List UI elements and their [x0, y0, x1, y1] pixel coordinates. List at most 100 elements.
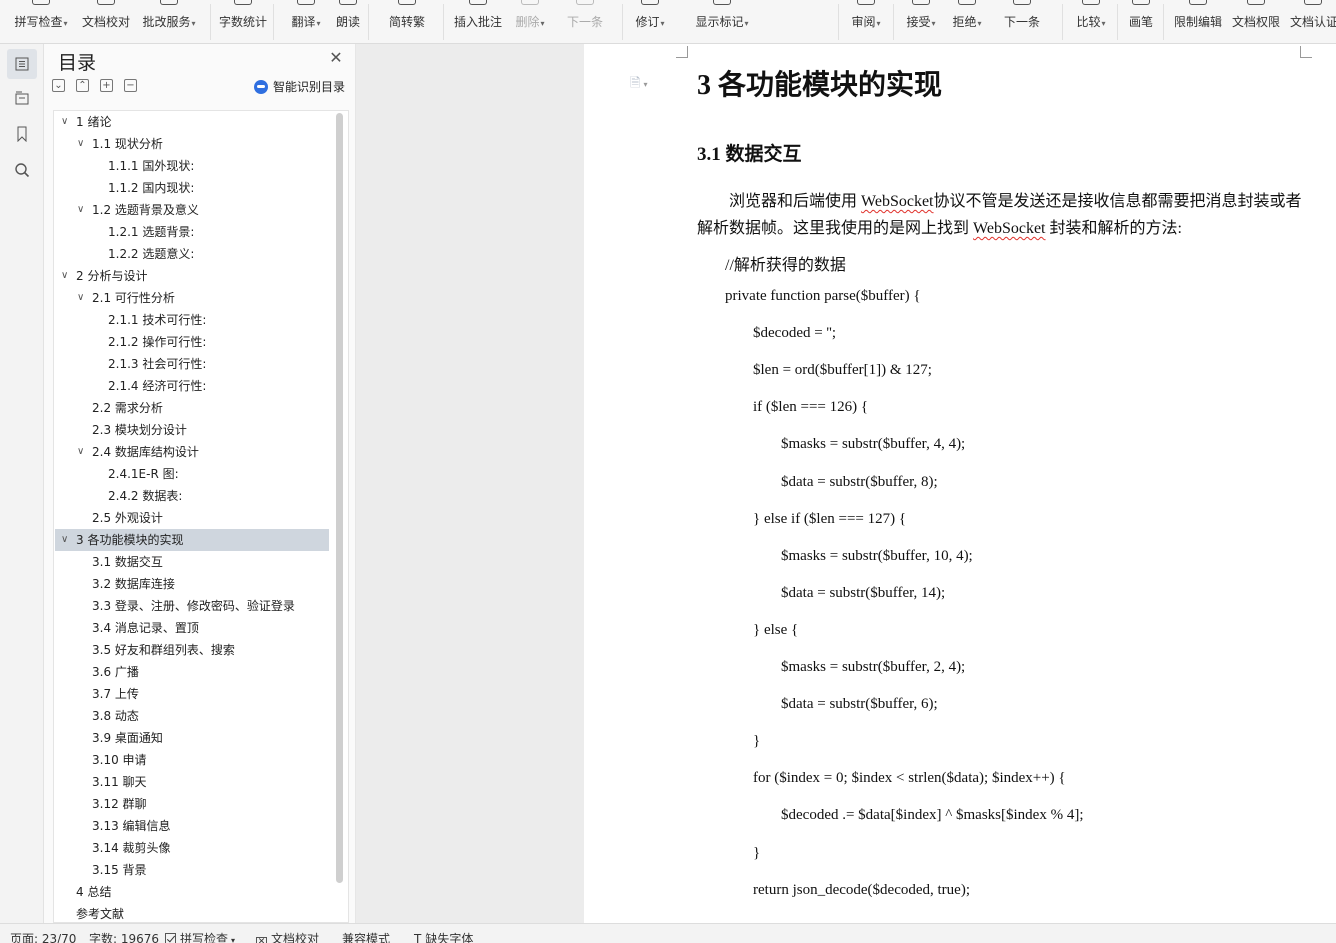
chapter-nav-icon[interactable]	[7, 83, 37, 113]
toc-item[interactable]: ∨ 2 分析与设计	[55, 265, 329, 287]
spellcheck-toggle[interactable]: 拼写检查 ▾	[165, 930, 235, 943]
toc-item-label: 1.2.1 选题背景:	[108, 225, 195, 239]
toc-item[interactable]: 3.7 上传	[55, 683, 329, 705]
toc-item[interactable]: 1.2.1 选题背景:	[55, 221, 329, 243]
chevron-down-icon: ▾	[744, 19, 749, 28]
close-icon[interactable]: ✕	[328, 50, 344, 66]
toc-item[interactable]: ∨ 2.1 可行性分析	[55, 287, 329, 309]
expand-up-icon[interactable]: ⌃	[76, 79, 89, 92]
ribbon-button-read-aloud[interactable]: 朗读	[334, 0, 362, 43]
chevron-down-icon[interactable]: ∨	[61, 529, 68, 551]
ribbon-button-simplified-traditional[interactable]: 简转繁	[378, 0, 436, 43]
ribbon-button-compare[interactable]: 比较▾	[1072, 0, 1110, 43]
toc-item[interactable]: 3.11 聊天	[55, 771, 329, 793]
toc-scrollbar-thumb[interactable]	[336, 113, 343, 883]
toc-item-label: 1 绪论	[76, 115, 112, 129]
toc-item[interactable]: ∨ 3 各功能模块的实现	[55, 529, 329, 551]
chevron-down-icon: ▾	[931, 19, 936, 28]
toc-item[interactable]: ∨ 1.1 现状分析	[55, 133, 329, 155]
toc-item[interactable]: 2.1.1 技术可行性:	[55, 309, 329, 331]
ribbon-button-review-pane[interactable]: 审阅▾	[848, 0, 884, 43]
toc-item[interactable]: 2.4.2 数据表:	[55, 485, 329, 507]
ribbon-button-track-changes[interactable]: 修订▾	[632, 0, 668, 43]
chevron-down-icon[interactable]: ∨	[77, 287, 84, 309]
ribbon-button-show-markup[interactable]: 显示标记▾	[680, 0, 764, 43]
paragraph-menu-icon[interactable]: 🗎 ▾	[630, 74, 647, 96]
ribbon-label: 朗读	[334, 13, 362, 30]
chevron-down-icon[interactable]: ∨	[61, 111, 68, 133]
toc-item[interactable]: 3.6 广播	[55, 661, 329, 683]
ribbon-button-next-change[interactable]: 下一条	[994, 0, 1050, 43]
ribbon-button-word-count[interactable]: 字数统计	[219, 0, 267, 43]
ribbon-button-restrict-editing[interactable]: 限制编辑	[1173, 0, 1223, 43]
ribbon-button-translate[interactable]: 翻译▾	[288, 0, 324, 43]
chevron-down-icon[interactable]: ∨	[77, 133, 84, 155]
next-change-icon	[1013, 0, 1031, 5]
add-heading-icon[interactable]: +	[100, 79, 113, 92]
toc-item[interactable]: 3.10 申请	[55, 749, 329, 771]
ribbon-button-delete-comment[interactable]: 删除▾	[511, 0, 549, 43]
toc-item[interactable]: 3.4 消息记录、置顶	[55, 617, 329, 639]
toc-item[interactable]: 2.1.2 操作可行性:	[55, 331, 329, 353]
toc-panel-icon[interactable]	[7, 49, 37, 79]
toc-item-label: 3 各功能模块的实现	[76, 533, 184, 547]
ribbon-button-proofread[interactable]: 文档校对	[81, 0, 131, 43]
document-page[interactable]: 🗎 ▾ 3 各功能模块的实现 3.1 数据交互 浏览器和后端使用 WebSocke…	[584, 44, 1336, 923]
toc-item-label: 2.2 需求分析	[92, 401, 163, 415]
ribbon-button-correction-service[interactable]: 批改服务▾	[140, 0, 198, 43]
page-indicator[interactable]: 页面: 23/70	[10, 930, 76, 943]
toc-item[interactable]: 3.14 裁剪头像	[55, 837, 329, 859]
toc-item[interactable]: 3.2 数据库连接	[55, 573, 329, 595]
code-line: if ($len === 126) {	[753, 399, 869, 416]
ribbon-button-insert-comment[interactable]: 插入批注	[453, 0, 503, 43]
toc-item[interactable]: 3.12 群聊	[55, 793, 329, 815]
toc-item[interactable]: 3.8 动态	[55, 705, 329, 727]
ribbon-button-accept[interactable]: 接受▾	[903, 0, 939, 43]
toc-item[interactable]: 3.5 好友和群组列表、搜索	[55, 639, 329, 661]
code-line: $decoded = '';	[753, 325, 837, 342]
collapse-all-icon[interactable]: ⌄	[52, 79, 65, 92]
chevron-down-icon[interactable]: ∨	[77, 199, 84, 221]
ribbon-button-reject[interactable]: 拒绝▾	[949, 0, 985, 43]
ribbon-button-next-comment[interactable]: 下一条	[556, 0, 614, 43]
missing-fonts[interactable]: T 缺失字体	[414, 930, 473, 943]
toc-item[interactable]: 2.1.4 经济可行性:	[55, 375, 329, 397]
toc-item[interactable]: 1.1.2 国内现状:	[55, 177, 329, 199]
toc-item[interactable]: 3.9 桌面通知	[55, 727, 329, 749]
word-count-icon	[234, 0, 252, 5]
toc-scrollbar[interactable]	[331, 111, 348, 922]
toc-item[interactable]: 2.1.3 社会可行性:	[55, 353, 329, 375]
toc-item[interactable]: 3.15 背景	[55, 859, 329, 881]
toc-item[interactable]: ∨ 1 绪论	[55, 111, 329, 133]
ribbon-button-pen[interactable]: 画笔	[1127, 0, 1155, 43]
toc-item[interactable]: 2.2 需求分析	[55, 397, 329, 419]
toc-item[interactable]: 3.1 数据交互	[55, 551, 329, 573]
search-icon[interactable]	[7, 155, 37, 185]
chevron-down-icon[interactable]: ∨	[61, 265, 68, 287]
proofread-toggle[interactable]: ✕ 文档校对	[256, 930, 319, 943]
toc-item[interactable]: 3.13 编辑信息	[55, 815, 329, 837]
ribbon-button-document-permission[interactable]: 文档权限	[1231, 0, 1281, 43]
toc-item[interactable]: 2.3 模块划分设计	[55, 419, 329, 441]
remove-heading-icon[interactable]: −	[124, 79, 137, 92]
document-gutter	[356, 44, 584, 923]
toc-item[interactable]: 4 总结	[55, 881, 329, 903]
toc-item[interactable]: ∨ 2.4 数据库结构设计	[55, 441, 329, 463]
toc-item[interactable]: 3.3 登录、注册、修改密码、验证登录	[55, 595, 329, 617]
toc-item[interactable]: 2.5 外观设计	[55, 507, 329, 529]
toc-item-label: 2.4 数据库结构设计	[92, 445, 199, 459]
chevron-down-icon[interactable]: ∨	[77, 441, 84, 463]
toc-item[interactable]: 1.2.2 选题意义:	[55, 243, 329, 265]
word-count[interactable]: 字数: 19676	[89, 930, 159, 943]
translate-icon	[297, 0, 315, 5]
bookmark-icon[interactable]	[7, 119, 37, 149]
ribbon-label: 显示标记▾	[680, 13, 764, 30]
toc-item[interactable]: 1.1.1 国外现状:	[55, 155, 329, 177]
toc-item[interactable]: ∨ 1.2 选题背景及意义	[55, 199, 329, 221]
toc-item[interactable]: 参考文献	[55, 903, 329, 922]
ribbon-label: 翻译▾	[288, 13, 324, 30]
ribbon-button-spellcheck[interactable]: 拼写检查▾	[12, 0, 70, 43]
ribbon-button-document-certification[interactable]: 文档认证	[1290, 0, 1336, 43]
toc-item[interactable]: 2.4.1E-R 图:	[55, 463, 329, 485]
smart-toc-button[interactable]: 智能识别目录	[254, 78, 345, 95]
